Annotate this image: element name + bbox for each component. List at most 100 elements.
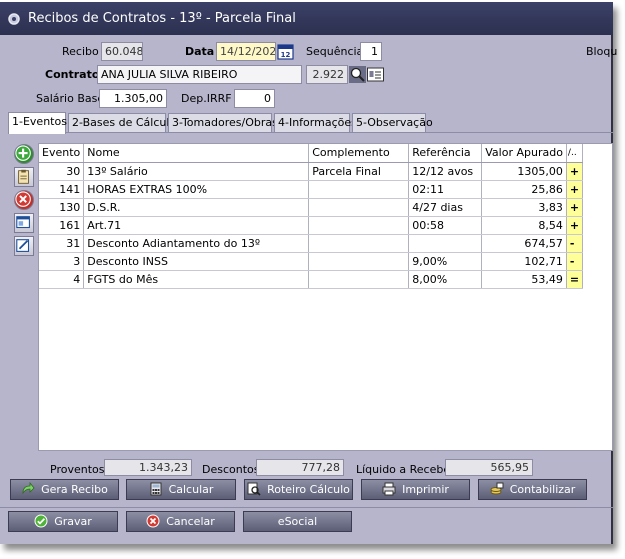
contrato-label: Contrato bbox=[45, 68, 100, 81]
title-bar: Recibos de Contratos - 13º - Parcela Fin… bbox=[0, 2, 613, 35]
cell-evento: 31 bbox=[39, 234, 85, 253]
gera-recibo-button[interactable]: Gera Recibo bbox=[10, 479, 119, 500]
cell-evento: 30 bbox=[39, 162, 85, 181]
gravar-label: Gravar bbox=[54, 515, 92, 528]
cell-complemento bbox=[308, 270, 410, 289]
col-header-sinal[interactable]: /.. bbox=[566, 144, 584, 163]
dep-irrf-field[interactable]: 0 bbox=[234, 89, 275, 108]
tab-tomadores-obras[interactable]: 3-Tomadores/Obras bbox=[168, 113, 278, 133]
cancelar-label: Cancelar bbox=[166, 515, 215, 528]
roteiro-calculo-button[interactable]: Roteiro Cálculo bbox=[244, 479, 353, 500]
cancelar-button[interactable]: Cancelar bbox=[126, 511, 235, 532]
contrato-code-field[interactable]: 2.922 bbox=[306, 65, 348, 84]
descontos-field: 777,28 bbox=[256, 459, 344, 476]
dep-irrf-label: Dep.IRRF bbox=[181, 92, 232, 105]
imprimir-button[interactable]: Imprimir bbox=[361, 479, 470, 500]
cell-nome: Desconto INSS bbox=[83, 252, 310, 271]
tab-eventos[interactable]: 1-Eventos bbox=[8, 112, 67, 134]
salario-base-field[interactable]: 1.305,00 bbox=[99, 89, 167, 108]
col-header-complemento[interactable]: Complemento bbox=[308, 144, 410, 163]
date-field[interactable]: 14/12/2022 bbox=[216, 42, 276, 61]
plus-icon bbox=[15, 145, 31, 161]
gravar-button[interactable]: Gravar bbox=[8, 511, 118, 532]
cell-valor: 3,83 bbox=[481, 198, 567, 217]
cell-nome: HORAS EXTRAS 100% bbox=[83, 180, 310, 199]
proventos-label: Proventos bbox=[50, 463, 105, 476]
tab-observacao[interactable]: 5-Observação bbox=[352, 113, 433, 133]
cell-referencia: 02:11 bbox=[408, 180, 483, 199]
table-row[interactable]: 30 13º Salário Parcela Final 12/12 avos … bbox=[39, 162, 584, 181]
contrato-name-field[interactable]: ANA JULIA SILVA RIBEIRO bbox=[97, 65, 302, 84]
roteiro-calculo-label: Roteiro Cálculo bbox=[267, 483, 350, 496]
delete-icon bbox=[15, 191, 31, 207]
tab-bases-calculo[interactable]: 2-Bases de Cálculo bbox=[68, 113, 176, 133]
cell-nome: D.S.R. bbox=[83, 198, 310, 217]
cell-valor: 25,86 bbox=[481, 180, 567, 199]
arrow-icon bbox=[22, 482, 35, 495]
descontos-label: Descontos bbox=[202, 463, 260, 476]
tab-informacoes[interactable]: 4-Informações bbox=[274, 113, 357, 133]
cell-evento: 161 bbox=[39, 216, 85, 235]
cell-referencia: 4/27 dias bbox=[408, 198, 483, 217]
cell-referencia: 12/12 avos bbox=[408, 162, 483, 181]
edit-event-button[interactable] bbox=[14, 167, 34, 187]
cell-nome: FGTS do Mês bbox=[83, 270, 310, 289]
grid-header-row: Evento Nome Complemento Referência Valor… bbox=[39, 144, 584, 163]
cell-referencia: 8,00% bbox=[408, 270, 483, 289]
contabilizar-button[interactable]: Contabilizar bbox=[478, 479, 587, 500]
sequencia-label: Sequência bbox=[306, 45, 364, 58]
printer-icon bbox=[382, 482, 396, 496]
table-row[interactable]: 161 Art.71 00:58 8,54 + bbox=[39, 216, 584, 235]
window-icon bbox=[16, 216, 30, 229]
cell-sinal: + bbox=[566, 216, 584, 235]
cell-sinal: - bbox=[566, 234, 584, 253]
table-row[interactable]: 31 Desconto Adiantamento do 13º 674,57 - bbox=[39, 234, 584, 253]
col-header-evento[interactable]: Evento bbox=[39, 144, 85, 163]
cell-referencia: 9,00% bbox=[408, 252, 483, 271]
col-header-nome[interactable]: Nome bbox=[83, 144, 310, 163]
cell-referencia bbox=[408, 234, 483, 253]
table-row[interactable]: 141 HORAS EXTRAS 100% 02:11 25,86 + bbox=[39, 180, 584, 199]
imprimir-label: Imprimir bbox=[402, 483, 449, 496]
col-header-valor-apurado[interactable]: Valor Apurado bbox=[481, 144, 567, 163]
contabilizar-label: Contabilizar bbox=[509, 483, 576, 496]
svg-text:12: 12 bbox=[281, 51, 291, 59]
table-row[interactable]: 130 D.S.R. 4/27 dias 3,83 + bbox=[39, 198, 584, 217]
cell-complemento bbox=[308, 216, 410, 235]
events-table: Evento Nome Complemento Referência Valor… bbox=[39, 144, 584, 289]
annotate-event-button[interactable] bbox=[14, 236, 34, 256]
table-row[interactable]: 4 FGTS do Mês 8,00% 53,49 = bbox=[39, 270, 584, 289]
money-icon bbox=[490, 482, 504, 495]
magnifier-icon bbox=[247, 482, 261, 496]
sequencia-field[interactable]: 1 bbox=[360, 42, 382, 61]
window-event-button[interactable] bbox=[14, 213, 34, 233]
delete-event-button[interactable] bbox=[14, 190, 34, 210]
cell-nome: Art.71 bbox=[83, 216, 310, 235]
add-event-button[interactable] bbox=[14, 144, 34, 164]
cell-complemento bbox=[308, 180, 410, 199]
recibo-field[interactable]: 60.048 bbox=[101, 42, 143, 61]
cell-complemento bbox=[308, 252, 410, 271]
calcular-button[interactable]: Calcular bbox=[126, 479, 236, 500]
cancel-icon bbox=[146, 514, 160, 528]
calendar-icon[interactable]: 12 bbox=[277, 43, 294, 60]
salario-base-label: Salário Base bbox=[36, 92, 105, 105]
table-row[interactable]: 3 Desconto INSS 9,00% 102,71 - bbox=[39, 252, 584, 271]
cell-valor: 674,57 bbox=[481, 234, 567, 253]
col-header-referencia[interactable]: Referência bbox=[408, 144, 483, 163]
data-label: Data bbox=[185, 45, 215, 58]
id-card-icon[interactable] bbox=[367, 66, 384, 83]
check-icon bbox=[34, 514, 48, 528]
search-icon[interactable] bbox=[349, 66, 366, 83]
esocial-label: eSocial bbox=[277, 515, 318, 528]
liquido-label: Líquido a Receber bbox=[356, 463, 455, 476]
edit-icon bbox=[16, 239, 30, 252]
cell-complemento: Parcela Final bbox=[308, 162, 410, 181]
cell-sinal: + bbox=[566, 162, 584, 181]
cell-sinal: + bbox=[566, 180, 584, 199]
events-grid[interactable]: Evento Nome Complemento Referência Valor… bbox=[38, 143, 613, 451]
cell-sinal: = bbox=[566, 270, 584, 289]
divider bbox=[0, 507, 613, 508]
cell-nome: Desconto Adiantamento do 13º bbox=[83, 234, 310, 253]
esocial-button[interactable]: eSocial bbox=[243, 511, 352, 532]
